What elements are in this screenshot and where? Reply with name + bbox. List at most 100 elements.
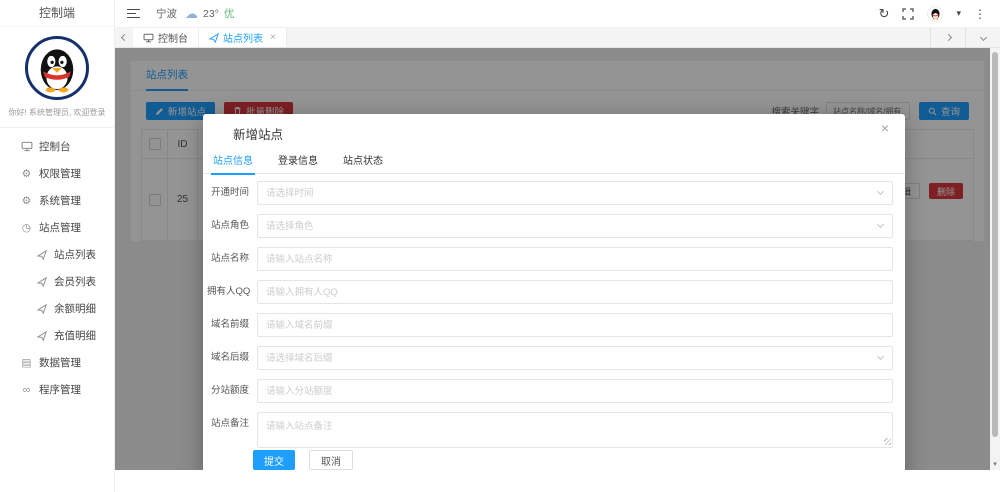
form-row: 站点角色: [203, 214, 905, 238]
infinity-icon: ∞: [19, 384, 34, 396]
tab-close-icon[interactable]: ×: [270, 33, 276, 43]
sidebar-item-site-management[interactable]: ◷ 站点管理: [0, 214, 114, 241]
tab-site-info[interactable]: 站点信息: [211, 154, 255, 174]
sidebar-item-label: 会员列表: [54, 274, 96, 289]
scrollbar-down-arrow-icon[interactable]: ▾: [990, 460, 1000, 468]
data-grid-icon: ▤: [19, 357, 34, 369]
weather-city: 宁波: [156, 6, 177, 21]
submit-button[interactable]: 提交: [253, 450, 295, 470]
monitor-icon: [19, 141, 34, 152]
tabs-scroll-left-icon[interactable]: [115, 28, 133, 47]
sidebar-item-permissions[interactable]: ⚙ 权限管理: [0, 160, 114, 187]
form-row: 站点备注: [203, 412, 905, 448]
penguin-logo-icon: [31, 42, 83, 94]
sidebar-item-recharge-detail[interactable]: 充值明细: [0, 322, 114, 349]
welcome-text: 你好! 系统管理员, 欢迎登录: [0, 107, 114, 118]
profile-panel: 你好! 系统管理员, 欢迎登录: [0, 27, 114, 128]
owner-qq-input[interactable]: [257, 280, 893, 304]
admin-app: 控制端 你好! 系统管理员, 欢迎登录: [0, 0, 1000, 492]
field-label: 分站额度: [207, 379, 249, 403]
scrollbar-thumb[interactable]: [992, 52, 998, 437]
air-quality-badge: 优: [224, 6, 235, 21]
plane-icon: [34, 250, 49, 260]
plane-icon: [34, 331, 49, 341]
sidebar-item-label: 控制台: [39, 139, 71, 154]
site-role-select[interactable]: [257, 214, 893, 238]
tab-console[interactable]: 控制台: [133, 28, 199, 47]
tabs-dropdown-icon[interactable]: [965, 28, 1000, 47]
field-label: 站点备注: [207, 412, 249, 436]
plane-icon: [209, 33, 219, 43]
plane-icon: [34, 304, 49, 314]
sidebar-item-balance-detail[interactable]: 余额明细: [0, 295, 114, 322]
domain-prefix-input[interactable]: [257, 313, 893, 337]
site-remark-textarea[interactable]: [257, 412, 893, 448]
sidebar-title: 控制端: [0, 0, 114, 27]
refresh-icon[interactable]: ↻: [879, 7, 890, 20]
sidebar-item-label: 站点管理: [39, 220, 81, 235]
tabs-scroll-right-icon[interactable]: [930, 28, 965, 47]
form-row: 开通时间: [203, 181, 905, 205]
fullscreen-icon[interactable]: [902, 8, 914, 20]
site-name-input[interactable]: [257, 247, 893, 271]
cloud-icon: ☁: [185, 6, 198, 22]
chevron-down-icon[interactable]: ▾: [956, 8, 961, 19]
more-options-icon[interactable]: ⋮: [974, 7, 986, 21]
gear-icon: ⚙: [19, 195, 34, 207]
sidebar-menu: 控制台 ⚙ 权限管理 ⚙ 系统管理 ◷ 站点管理 站点列表: [0, 128, 114, 403]
sidebar-item-program-management[interactable]: ∞ 程序管理: [0, 376, 114, 403]
sidebar-item-label: 程序管理: [39, 382, 81, 397]
monitor-icon: [143, 33, 154, 43]
sidebar-item-label: 充值明细: [54, 328, 96, 343]
sidebar-item-site-list[interactable]: 站点列表: [0, 241, 114, 268]
field-label: 域名前缀: [207, 313, 249, 337]
modal-title: 新增站点: [233, 124, 283, 143]
tab-label: 控制台: [158, 30, 188, 45]
sidebar-item-label: 数据管理: [39, 355, 81, 370]
menu-toggle-icon[interactable]: [127, 9, 140, 19]
header-controls: ↻ ▾ ⋮: [879, 6, 986, 22]
sidebar-item-console[interactable]: 控制台: [0, 133, 114, 160]
clock-icon: ◷: [19, 222, 34, 234]
form-row: 分站额度: [203, 379, 905, 403]
tab-label: 站点列表: [223, 30, 263, 45]
page-tabbar: 控制台 站点列表 ×: [115, 28, 1000, 48]
sidebar-item-label: 站点列表: [54, 247, 96, 262]
sidebar-item-label: 权限管理: [39, 166, 81, 181]
form-row: 域名前缀: [203, 313, 905, 337]
tab-site-status[interactable]: 站点状态: [341, 154, 385, 174]
form-row: 站点名称: [203, 247, 905, 271]
close-icon[interactable]: ×: [881, 121, 889, 135]
user-avatar[interactable]: [927, 6, 943, 22]
domain-suffix-select[interactable]: [257, 346, 893, 370]
resize-grip[interactable]: [884, 438, 891, 445]
form-row: 拥有人QQ: [203, 280, 905, 304]
modal-tabs: 站点信息 登录信息 站点状态: [203, 154, 905, 174]
weather-temperature: 23°: [203, 8, 219, 20]
field-label: 站点名称: [207, 247, 249, 271]
plane-icon: [34, 277, 49, 287]
sidebar-item-member-list[interactable]: 会员列表: [0, 268, 114, 295]
add-site-modal: 新增站点 × 站点信息 登录信息 站点状态 开通时间 站点角色: [203, 114, 905, 492]
sidebar-item-label: 系统管理: [39, 193, 81, 208]
sidebar-item-data-management[interactable]: ▤ 数据管理: [0, 349, 114, 376]
field-label: 开通时间: [207, 181, 249, 205]
field-label: 站点角色: [207, 214, 249, 238]
sidebar-item-system[interactable]: ⚙ 系统管理: [0, 187, 114, 214]
tabbar-controls: [930, 28, 1000, 47]
bottom-strip: [115, 470, 1000, 492]
modal-buttons: 提交 取消: [253, 450, 353, 470]
form-row: 域名后缀: [203, 346, 905, 370]
top-header: 宁波 ☁ 23° 优 ↻ ▾ ⋮: [115, 0, 1000, 28]
add-site-form: 开通时间 站点角色 站点名称 拥有人QQ: [203, 181, 905, 457]
open-time-select[interactable]: [257, 181, 893, 205]
gear-icon: ⚙: [19, 168, 34, 180]
branch-quota-input[interactable]: [257, 379, 893, 403]
field-label: 域名后缀: [207, 346, 249, 370]
cancel-button[interactable]: 取消: [309, 450, 353, 470]
field-label: 拥有人QQ: [207, 280, 249, 304]
avatar: [25, 36, 89, 100]
tab-site-list[interactable]: 站点列表 ×: [199, 28, 287, 47]
vertical-scrollbar[interactable]: ▾: [990, 48, 1000, 470]
tab-login-info[interactable]: 登录信息: [276, 154, 320, 174]
